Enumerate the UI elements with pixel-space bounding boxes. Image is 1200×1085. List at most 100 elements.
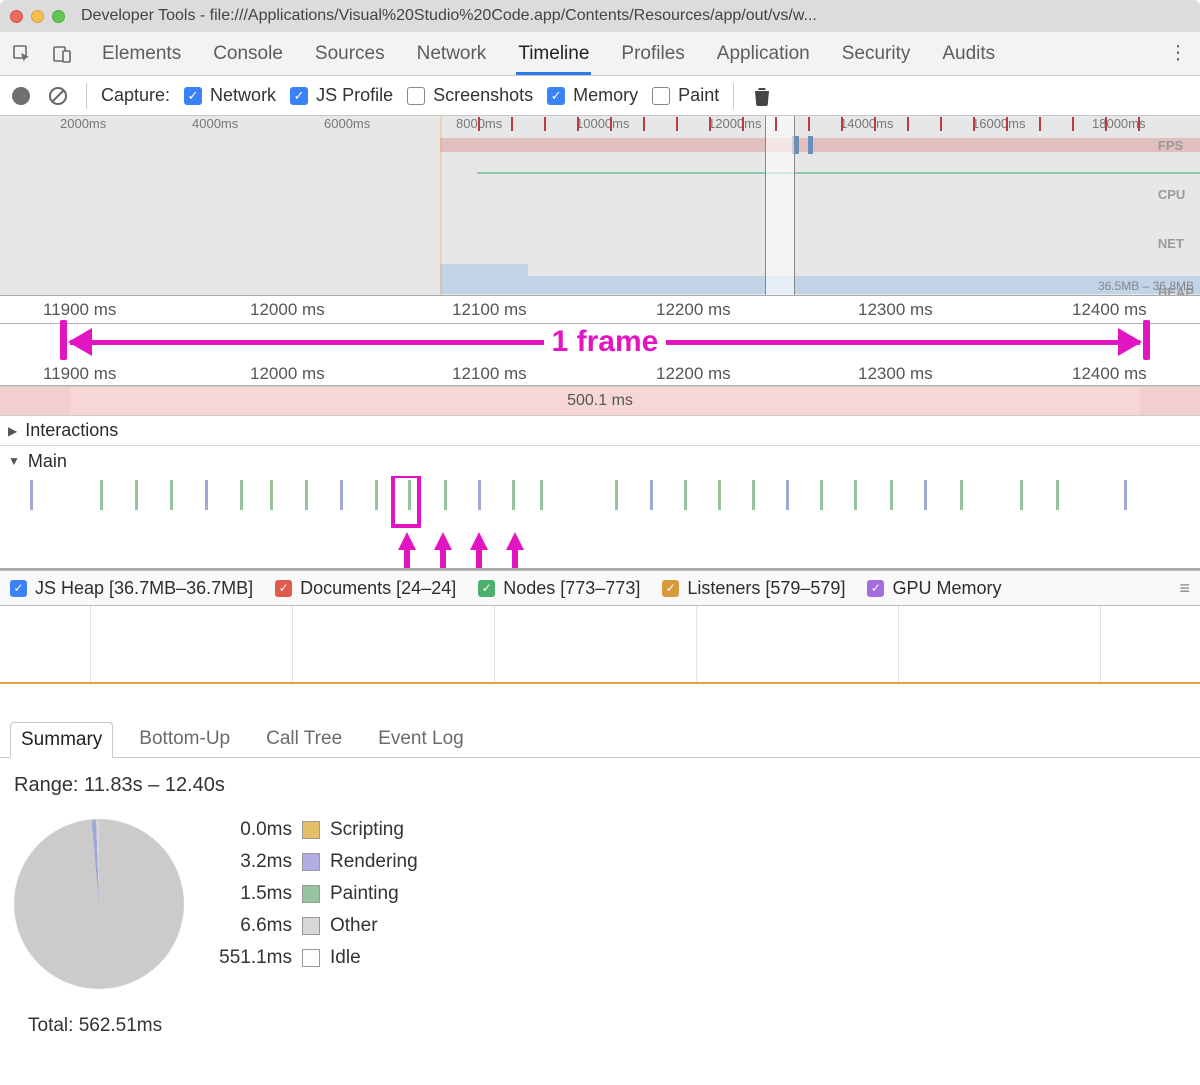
clear-recording-icon[interactable] bbox=[44, 82, 72, 110]
capture-label: Capture: bbox=[101, 85, 170, 106]
capture-option-network[interactable]: Network bbox=[184, 85, 276, 106]
flame-event-slice[interactable] bbox=[924, 480, 927, 510]
flame-event-slice[interactable] bbox=[854, 480, 857, 510]
capture-option-screenshots[interactable]: Screenshots bbox=[407, 85, 533, 106]
time-ruler-top[interactable]: 11900 ms 12000 ms 12100 ms 12200 ms 1230… bbox=[0, 296, 1200, 324]
section-interactions[interactable]: ▶ Interactions bbox=[0, 416, 1200, 446]
overflow-menu-icon[interactable]: ⋮ bbox=[1164, 40, 1192, 68]
ruler-mark: 12200 ms bbox=[656, 364, 731, 384]
chevron-right-icon: ▶ bbox=[8, 424, 17, 438]
tab-event-log[interactable]: Event Log bbox=[368, 722, 474, 757]
section-main[interactable]: ▼ Main bbox=[0, 446, 1200, 476]
device-toggle-icon[interactable] bbox=[48, 40, 76, 68]
flame-event-slice[interactable] bbox=[615, 480, 618, 510]
tab-elements[interactable]: Elements bbox=[100, 33, 183, 75]
capture-option-jsprofile[interactable]: JS Profile bbox=[290, 85, 393, 106]
tab-summary[interactable]: Summary bbox=[10, 722, 113, 758]
memory-item-documents[interactable]: Documents [24–24] bbox=[275, 578, 456, 599]
close-window-button[interactable] bbox=[10, 10, 23, 23]
flame-event-slice[interactable] bbox=[684, 480, 687, 510]
flame-event-slice[interactable] bbox=[512, 480, 515, 510]
flame-event-slice[interactable] bbox=[650, 480, 653, 510]
tab-timeline[interactable]: Timeline bbox=[516, 33, 591, 75]
overview-activity-marker bbox=[808, 136, 813, 154]
tab-console[interactable]: Console bbox=[211, 33, 285, 75]
memory-chart[interactable] bbox=[0, 606, 1200, 684]
option-label: JS Profile bbox=[316, 85, 393, 106]
flame-event-slice[interactable] bbox=[718, 480, 721, 510]
memory-options-icon[interactable]: ≡ bbox=[1179, 578, 1190, 599]
checkbox-icon[interactable] bbox=[10, 580, 27, 597]
flame-event-slice[interactable] bbox=[270, 480, 273, 510]
record-button[interactable] bbox=[12, 87, 30, 105]
checkbox-icon[interactable] bbox=[547, 87, 565, 105]
tab-sources[interactable]: Sources bbox=[313, 33, 387, 75]
time-ruler-bottom[interactable]: 11900 ms 12000 ms 12100 ms 12200 ms 1230… bbox=[0, 360, 1200, 386]
ruler-mark: 12200 ms bbox=[656, 300, 731, 320]
checkbox-icon[interactable] bbox=[407, 87, 425, 105]
legend-value: 3.2ms bbox=[210, 851, 292, 873]
memory-label: GPU Memory bbox=[892, 578, 1001, 599]
tab-bottom-up[interactable]: Bottom-Up bbox=[129, 722, 240, 757]
checkbox-icon[interactable] bbox=[275, 580, 292, 597]
tab-call-tree[interactable]: Call Tree bbox=[256, 722, 352, 757]
flame-event-slice[interactable] bbox=[444, 480, 447, 510]
zoom-window-button[interactable] bbox=[52, 10, 65, 23]
tab-application[interactable]: Application bbox=[715, 33, 812, 75]
checkbox-icon[interactable] bbox=[662, 580, 679, 597]
main-flame-chart[interactable] bbox=[0, 476, 1200, 570]
checkbox-icon[interactable] bbox=[867, 580, 884, 597]
flame-event-slice[interactable] bbox=[540, 480, 543, 510]
overview-heap-block bbox=[440, 264, 528, 294]
flame-event-slice[interactable] bbox=[375, 480, 378, 510]
flame-event-slice[interactable] bbox=[205, 480, 208, 510]
flame-event-slice[interactable] bbox=[240, 480, 243, 510]
memory-item-js-heap[interactable]: JS Heap [36.7MB–36.7MB] bbox=[10, 578, 253, 599]
overview-selection[interactable] bbox=[765, 116, 795, 295]
memory-item-nodes[interactable]: Nodes [773–773] bbox=[478, 578, 640, 599]
checkbox-icon[interactable] bbox=[184, 87, 202, 105]
flame-event-slice[interactable] bbox=[752, 480, 755, 510]
flame-event-slice[interactable] bbox=[820, 480, 823, 510]
garbage-collect-icon[interactable] bbox=[748, 82, 776, 110]
capture-option-memory[interactable]: Memory bbox=[547, 85, 638, 106]
tab-security[interactable]: Security bbox=[840, 33, 913, 75]
checkbox-icon[interactable] bbox=[478, 580, 495, 597]
flame-event-slice[interactable] bbox=[170, 480, 173, 510]
flame-event-slice[interactable] bbox=[408, 480, 411, 510]
capture-toolbar: Capture: Network JS Profile Screenshots … bbox=[0, 76, 1200, 116]
flame-event-slice[interactable] bbox=[1056, 480, 1059, 510]
flame-event-slice[interactable] bbox=[960, 480, 963, 510]
window-controls bbox=[10, 10, 65, 23]
capture-option-paint[interactable]: Paint bbox=[652, 85, 719, 106]
flame-event-slice[interactable] bbox=[786, 480, 789, 510]
flame-event-slice[interactable] bbox=[135, 480, 138, 510]
overview-frame-mark bbox=[511, 117, 513, 131]
checkbox-icon[interactable] bbox=[290, 87, 308, 105]
checkbox-icon[interactable] bbox=[652, 87, 670, 105]
tab-profiles[interactable]: Profiles bbox=[619, 33, 686, 75]
timeline-overview[interactable]: 2000ms 4000ms 6000ms 8000ms 10000ms 1200… bbox=[0, 116, 1200, 296]
overview-lane-labels: FPS CPU NET HEAP bbox=[1158, 138, 1194, 296]
overview-frame-mark bbox=[874, 117, 876, 131]
tab-network[interactable]: Network bbox=[415, 33, 489, 75]
flame-event-slice[interactable] bbox=[478, 480, 481, 510]
memory-item-gpu[interactable]: GPU Memory bbox=[867, 578, 1001, 599]
flame-event-slice[interactable] bbox=[305, 480, 308, 510]
separator bbox=[733, 83, 734, 109]
flame-event-slice[interactable] bbox=[1124, 480, 1127, 510]
frames-strip[interactable]: 500.1 ms bbox=[0, 386, 1200, 416]
flame-event-slice[interactable] bbox=[1020, 480, 1023, 510]
minimize-window-button[interactable] bbox=[31, 10, 44, 23]
memory-item-listeners[interactable]: Listeners [579–579] bbox=[662, 578, 845, 599]
annotation-one-frame: 1 frame bbox=[0, 324, 1200, 360]
inspect-element-icon[interactable] bbox=[8, 40, 36, 68]
ruler-mark: 11900 ms bbox=[43, 300, 116, 320]
flame-event-slice[interactable] bbox=[100, 480, 103, 510]
flame-event-slice[interactable] bbox=[340, 480, 343, 510]
flame-event-slice[interactable] bbox=[890, 480, 893, 510]
legend-value: 6.6ms bbox=[210, 915, 292, 937]
memory-series-line bbox=[0, 682, 1200, 684]
flame-event-slice[interactable] bbox=[30, 480, 33, 510]
tab-audits[interactable]: Audits bbox=[940, 33, 997, 75]
